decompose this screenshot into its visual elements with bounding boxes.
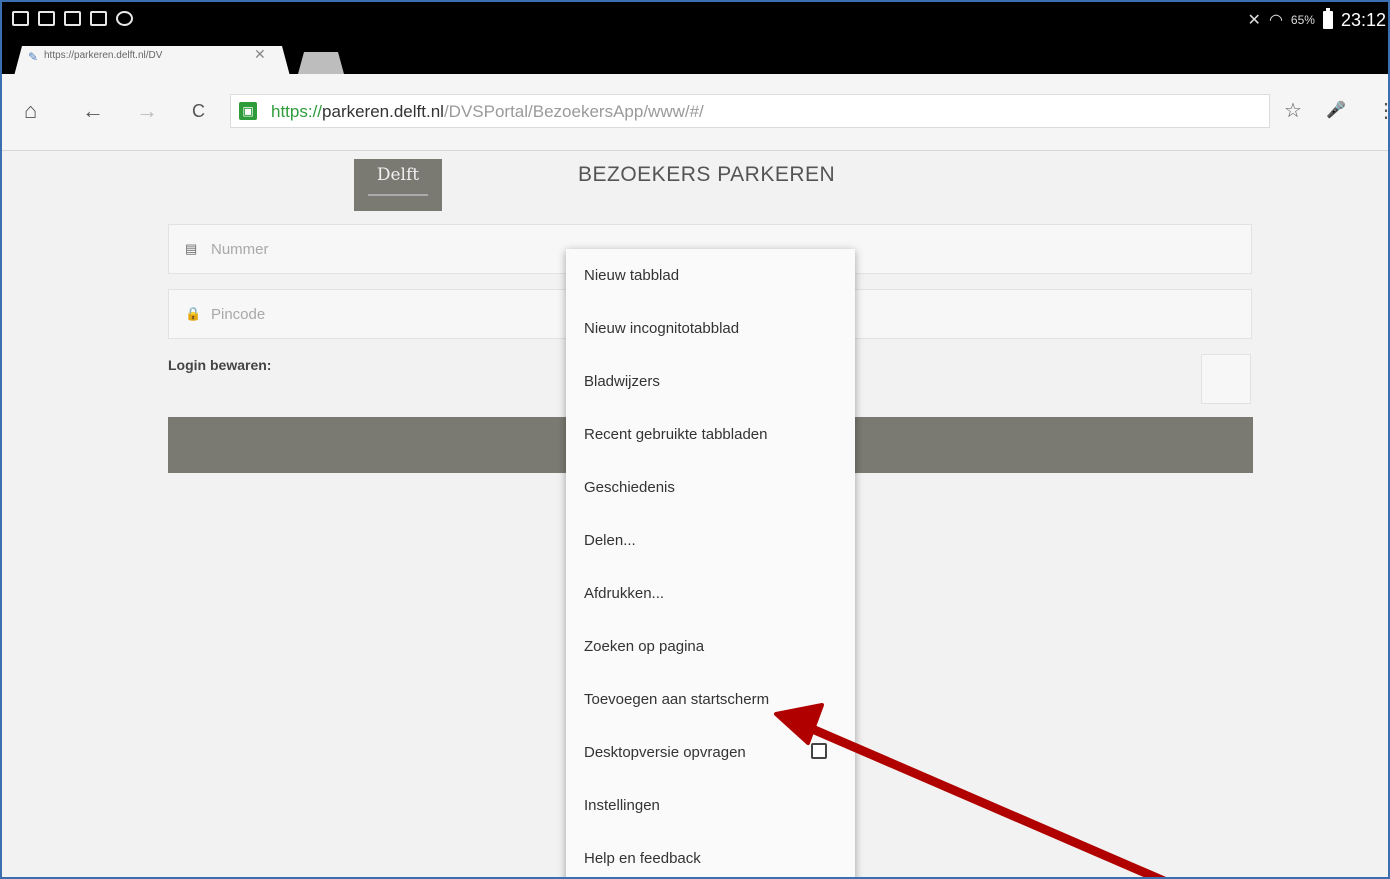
bookmark-star-button[interactable]: ☆	[1284, 96, 1302, 126]
menu-item-share[interactable]: Delen...	[566, 514, 855, 566]
login-remember-label: Login bewaren:	[168, 357, 272, 373]
reload-button[interactable]: C	[192, 96, 205, 126]
favicon-icon: ✎	[28, 50, 39, 64]
delft-logo: Delft	[354, 159, 442, 211]
tab-close-button[interactable]: ✕	[254, 46, 266, 63]
microphone-button[interactable]: 🎤	[1326, 96, 1346, 126]
menu-item-print[interactable]: Afdrukken...	[566, 567, 855, 619]
menu-label: Toevoegen aan startscherm	[584, 691, 770, 708]
menu-label: Help en feedback	[584, 850, 701, 867]
url-path: /DVSPortal/BezoekersApp/www/#/	[443, 102, 704, 121]
tab-strip: ✎ https://parkeren.delft.nl/DV ✕	[2, 38, 1388, 76]
menu-label: Desktopversie opvragen	[584, 744, 746, 761]
nummer-input[interactable]	[211, 239, 571, 259]
logo-text: Delft	[376, 165, 420, 185]
menu-label: Afdrukken...	[584, 585, 665, 602]
pincode-input[interactable]	[211, 304, 571, 324]
battery-icon	[1322, 8, 1333, 29]
menu-item-history[interactable]: Geschiedenis	[566, 461, 855, 513]
menu-item-add-to-homescreen[interactable]: Toevoegen aan startscherm	[566, 673, 855, 725]
home-button[interactable]: ⌂	[24, 96, 37, 126]
menu-label: Bladwijzers	[584, 373, 660, 390]
status-indicators: ✕ ◠ 65% 23:12	[1248, 7, 1386, 33]
menu-item-request-desktop-site[interactable]: Desktopversie opvragen	[566, 726, 855, 778]
url-text: https://parkeren.delft.nl/DVSPortal/Bezo…	[271, 102, 704, 122]
status-bar: ✕ ◠ 65% 23:12	[2, 2, 1388, 38]
forward-button[interactable]: →	[136, 96, 158, 126]
menu-item-new-incognito-tab[interactable]: Nieuw incognitotabblad	[566, 302, 855, 354]
screenshot-icon	[38, 11, 55, 26]
device-screen: ✕ ◠ 65% 23:12 ✎ https://parkeren.delft.n…	[0, 0, 1390, 879]
menu-label: Nieuw incognitotabblad	[584, 320, 740, 337]
tab-title: https://parkeren.delft.nl/DV	[44, 50, 163, 61]
logo-underline	[368, 194, 428, 196]
notification-icon	[12, 11, 29, 26]
screenshot-icon	[64, 11, 81, 26]
login-remember-checkbox[interactable]	[1201, 354, 1251, 404]
menu-item-recent-tabs[interactable]: Recent gebruikte tabbladen	[566, 408, 855, 460]
menu-label: Geschiedenis	[584, 479, 675, 496]
menu-item-new-tab[interactable]: Nieuw tabblad	[566, 249, 855, 301]
menu-label: Instellingen	[584, 797, 660, 814]
wifi-icon: ◠	[1268, 12, 1283, 29]
menu-label: Nieuw tabblad	[584, 267, 680, 284]
page-title: BEZOEKERS PARKEREN	[578, 163, 836, 186]
menu-label: Zoeken op pagina	[584, 638, 705, 655]
calendar-icon	[90, 11, 107, 26]
menu-label: Delen...	[584, 532, 636, 549]
battery-percent: 65%	[1290, 13, 1315, 27]
lock-icon: 🔒	[185, 306, 202, 321]
menu-label: Recent gebruikte tabbladen	[584, 426, 768, 443]
overflow-menu: Nieuw tabblad Nieuw incognitotabblad Bla…	[566, 249, 855, 877]
back-button[interactable]: ←	[82, 96, 104, 126]
url-bar[interactable]: ▣ https://parkeren.delft.nl/DVSPortal/Be…	[230, 94, 1270, 128]
menu-item-find-in-page[interactable]: Zoeken op pagina	[566, 620, 855, 672]
new-tab-button[interactable]	[298, 52, 344, 74]
url-scheme: https://	[271, 102, 323, 121]
lock-icon: ▣	[239, 102, 257, 120]
check-icon	[116, 11, 133, 26]
menu-item-help-feedback[interactable]: Help en feedback	[566, 832, 855, 877]
desktop-site-checkbox[interactable]	[811, 743, 827, 759]
overflow-menu-button[interactable]: ⋮	[1376, 96, 1388, 126]
browser-toolbar: ⌂ ← → C ▣ https://parkeren.delft.nl/DVSP…	[2, 74, 1388, 151]
menu-item-bookmarks[interactable]: Bladwijzers	[566, 355, 855, 407]
mute-icon: ✕	[1247, 12, 1261, 29]
url-host: parkeren.delft.nl	[322, 102, 444, 121]
menu-item-settings[interactable]: Instellingen	[566, 779, 855, 831]
card-icon: ▤	[185, 241, 198, 256]
clock: 23:12	[1340, 9, 1386, 30]
